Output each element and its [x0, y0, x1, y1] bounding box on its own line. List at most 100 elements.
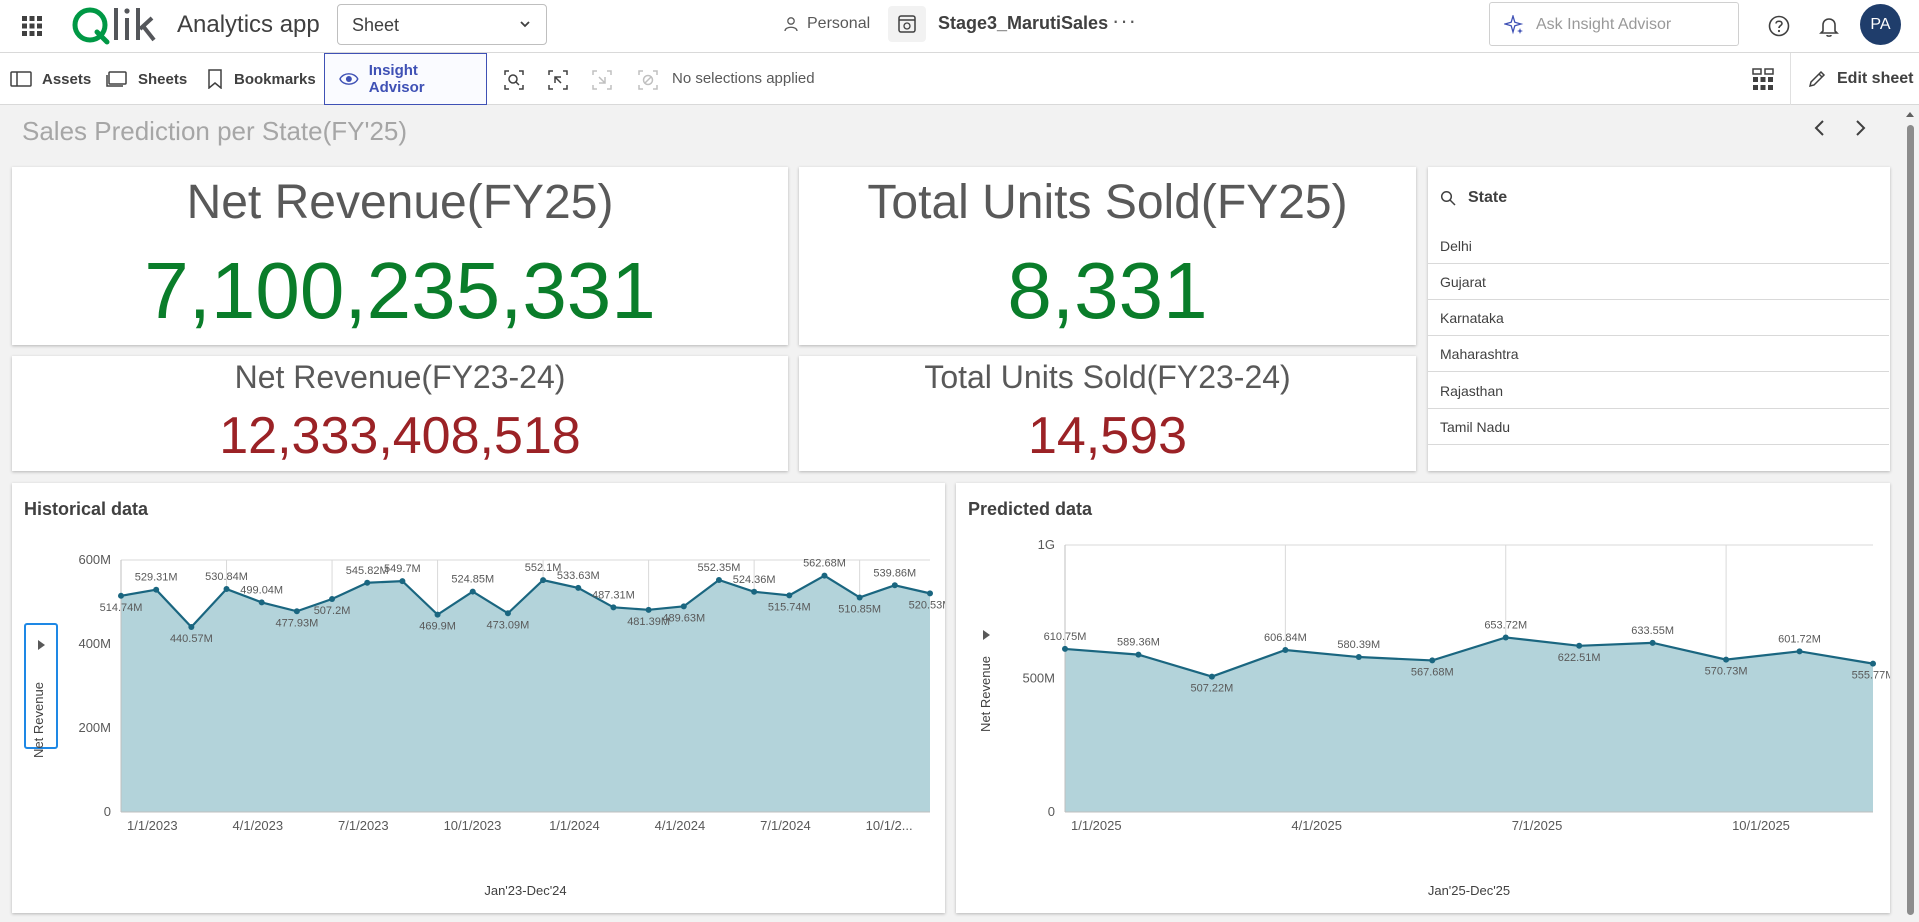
data-point	[1355, 654, 1362, 661]
data-label: 545.82M	[346, 565, 389, 577]
data-label: 477.93M	[275, 617, 318, 629]
data-point	[153, 586, 160, 593]
state-item[interactable]: Gujarat	[1428, 264, 1889, 300]
state-item[interactable]: Karnataka	[1428, 300, 1889, 336]
x-axis-title: Jan'23-Dec'24	[484, 883, 566, 898]
data-point	[927, 590, 933, 597]
data-label: 533.63M	[557, 570, 600, 582]
state-item[interactable]: Maharashtra	[1428, 336, 1889, 372]
data-label: 555.77M	[1852, 670, 1890, 682]
data-point	[293, 608, 300, 615]
app-grid-icon[interactable]	[20, 14, 44, 38]
notifications-bell-icon[interactable]	[1817, 14, 1841, 38]
data-point	[1502, 634, 1509, 641]
predicted-chart-card[interactable]: Predicted data 0 500M 1G 1/1/2025 4/1/2025 7/…	[956, 483, 1890, 913]
scroll-thumb[interactable]	[1907, 125, 1914, 915]
data-label: 580.39M	[1337, 639, 1380, 651]
sheets-button[interactable]: Sheets	[96, 53, 197, 105]
data-label: 633.55M	[1631, 625, 1674, 637]
data-label: 524.36M	[733, 574, 776, 586]
kpi-net-revenue-fy2324[interactable]: Net Revenue(FY23-24) 12,333,408,518	[12, 356, 788, 471]
bookmarks-button[interactable]: Bookmarks	[196, 53, 326, 105]
data-point	[434, 611, 441, 618]
data-label: 510.85M	[838, 603, 881, 615]
data-label: 469.9M	[419, 621, 456, 633]
state-item[interactable]: Tamil Nadu	[1428, 409, 1889, 445]
next-sheet-icon[interactable]	[1850, 118, 1870, 138]
kpi-title: Net Revenue(FY23-24)	[234, 359, 566, 395]
y-axis-title: Net Revenue	[31, 682, 46, 758]
sheet-dropdown[interactable]: Sheet	[337, 4, 547, 45]
data-point	[1723, 656, 1730, 663]
edit-sheet-button[interactable]: Edit sheet	[1790, 53, 1913, 105]
x-tick-label: 7/1/2025	[1512, 818, 1563, 833]
data-label: 610.75M	[1044, 631, 1087, 643]
kpi-net-revenue-fy25[interactable]: Net Revenue(FY25) 7,100,235,331	[12, 167, 788, 345]
kpi-value: 14,593	[1027, 407, 1188, 465]
predicted-line-chart[interactable]: 0 500M 1G 1/1/2025 4/1/2025 7/1/2025 10/1/2025…	[956, 483, 1890, 913]
app-title: Analytics app	[177, 11, 320, 38]
data-point	[821, 572, 828, 579]
space-label: Personal	[807, 15, 871, 32]
data-point	[540, 577, 547, 584]
previous-sheet-icon[interactable]	[1810, 118, 1830, 138]
data-point	[1576, 642, 1583, 649]
insight-advisor-button[interactable]: Insight Advisor	[324, 53, 487, 105]
data-label: 499.04M	[240, 584, 283, 596]
kpi-units-fy25[interactable]: Total Units Sold(FY25) 8,331	[799, 167, 1416, 345]
data-point	[504, 610, 511, 617]
x-tick-label: 1/1/2024	[549, 818, 600, 833]
data-point	[1796, 648, 1803, 655]
x-tick-label: 10/1/2023	[444, 818, 502, 833]
state-filter-title: State	[1468, 189, 1508, 206]
qlik-logo[interactable]	[70, 2, 160, 48]
data-label: 487.31M	[592, 589, 635, 601]
vertical-scrollbar[interactable]	[1904, 107, 1916, 922]
data-label: 515.74M	[768, 601, 811, 613]
app-icon[interactable]	[888, 6, 926, 42]
data-label: 539.86M	[873, 567, 916, 579]
kpi-units-fy2324[interactable]: Total Units Sold(FY23-24) 14,593	[799, 356, 1416, 471]
historical-chart-card[interactable]: Historical data 0 200M 400M 600M 1/1/2023 4/1…	[12, 483, 945, 913]
help-icon[interactable]	[1767, 14, 1791, 38]
grid-layout-icon[interactable]	[1752, 67, 1774, 91]
pencil-icon	[1808, 70, 1826, 88]
data-label: 622.51M	[1558, 652, 1601, 664]
y-axis-title: Net Revenue	[978, 656, 993, 732]
data-point	[399, 578, 406, 585]
data-label: 489.63M	[662, 612, 705, 624]
data-point	[645, 606, 652, 613]
user-avatar[interactable]: PA	[1860, 4, 1901, 45]
scroll-up-icon[interactable]	[1904, 108, 1916, 120]
y-tick-label: 500M	[1022, 671, 1055, 686]
y-tick-label: 0	[104, 804, 111, 819]
smart-search-icon[interactable]	[502, 68, 526, 92]
clear-selections-icon	[638, 70, 658, 90]
step-forward-selection-icon	[592, 70, 612, 90]
sheets-label: Sheets	[138, 70, 188, 88]
toolbar: Assets Sheets Bookmarks Insight Advisor …	[0, 53, 1919, 105]
step-back-selection-icon[interactable]	[546, 68, 570, 92]
state-item[interactable]: Delhi	[1428, 228, 1889, 264]
sheet-title: Sales Prediction per State(FY'25)	[22, 116, 408, 146]
y-tick-label: 1G	[1038, 537, 1055, 552]
insight-advisor-label: Insight Advisor	[368, 62, 425, 96]
y-tick-label: 0	[1048, 804, 1055, 819]
document-title[interactable]: Stage3_MarutiSales	[938, 13, 1108, 34]
assets-button[interactable]: Assets	[0, 53, 101, 105]
more-options-button[interactable]: ···	[1112, 8, 1137, 34]
ask-insight-advisor-input[interactable]: Ask Insight Advisor	[1489, 2, 1739, 46]
data-point	[118, 592, 124, 599]
state-filter-header[interactable]: State	[1440, 189, 1507, 207]
space-indicator[interactable]: Personal	[783, 15, 870, 33]
chevron-down-icon	[520, 21, 530, 28]
historical-line-chart[interactable]: 0 200M 400M 600M 1/1/2023 4/1/2023 7/1/2023 10/…	[12, 483, 945, 913]
state-filter-pane[interactable]: State Delhi Gujarat Karnataka Maharashtr…	[1428, 167, 1890, 471]
state-item[interactable]: Rajasthan	[1428, 373, 1889, 409]
kpi-title: Total Units Sold(FY25)	[867, 176, 1348, 229]
bookmarks-label: Bookmarks	[234, 70, 316, 88]
x-tick-label: 4/1/2023	[233, 818, 284, 833]
data-point	[1208, 673, 1215, 680]
data-point	[364, 579, 371, 586]
data-label: 567.68M	[1411, 666, 1454, 678]
